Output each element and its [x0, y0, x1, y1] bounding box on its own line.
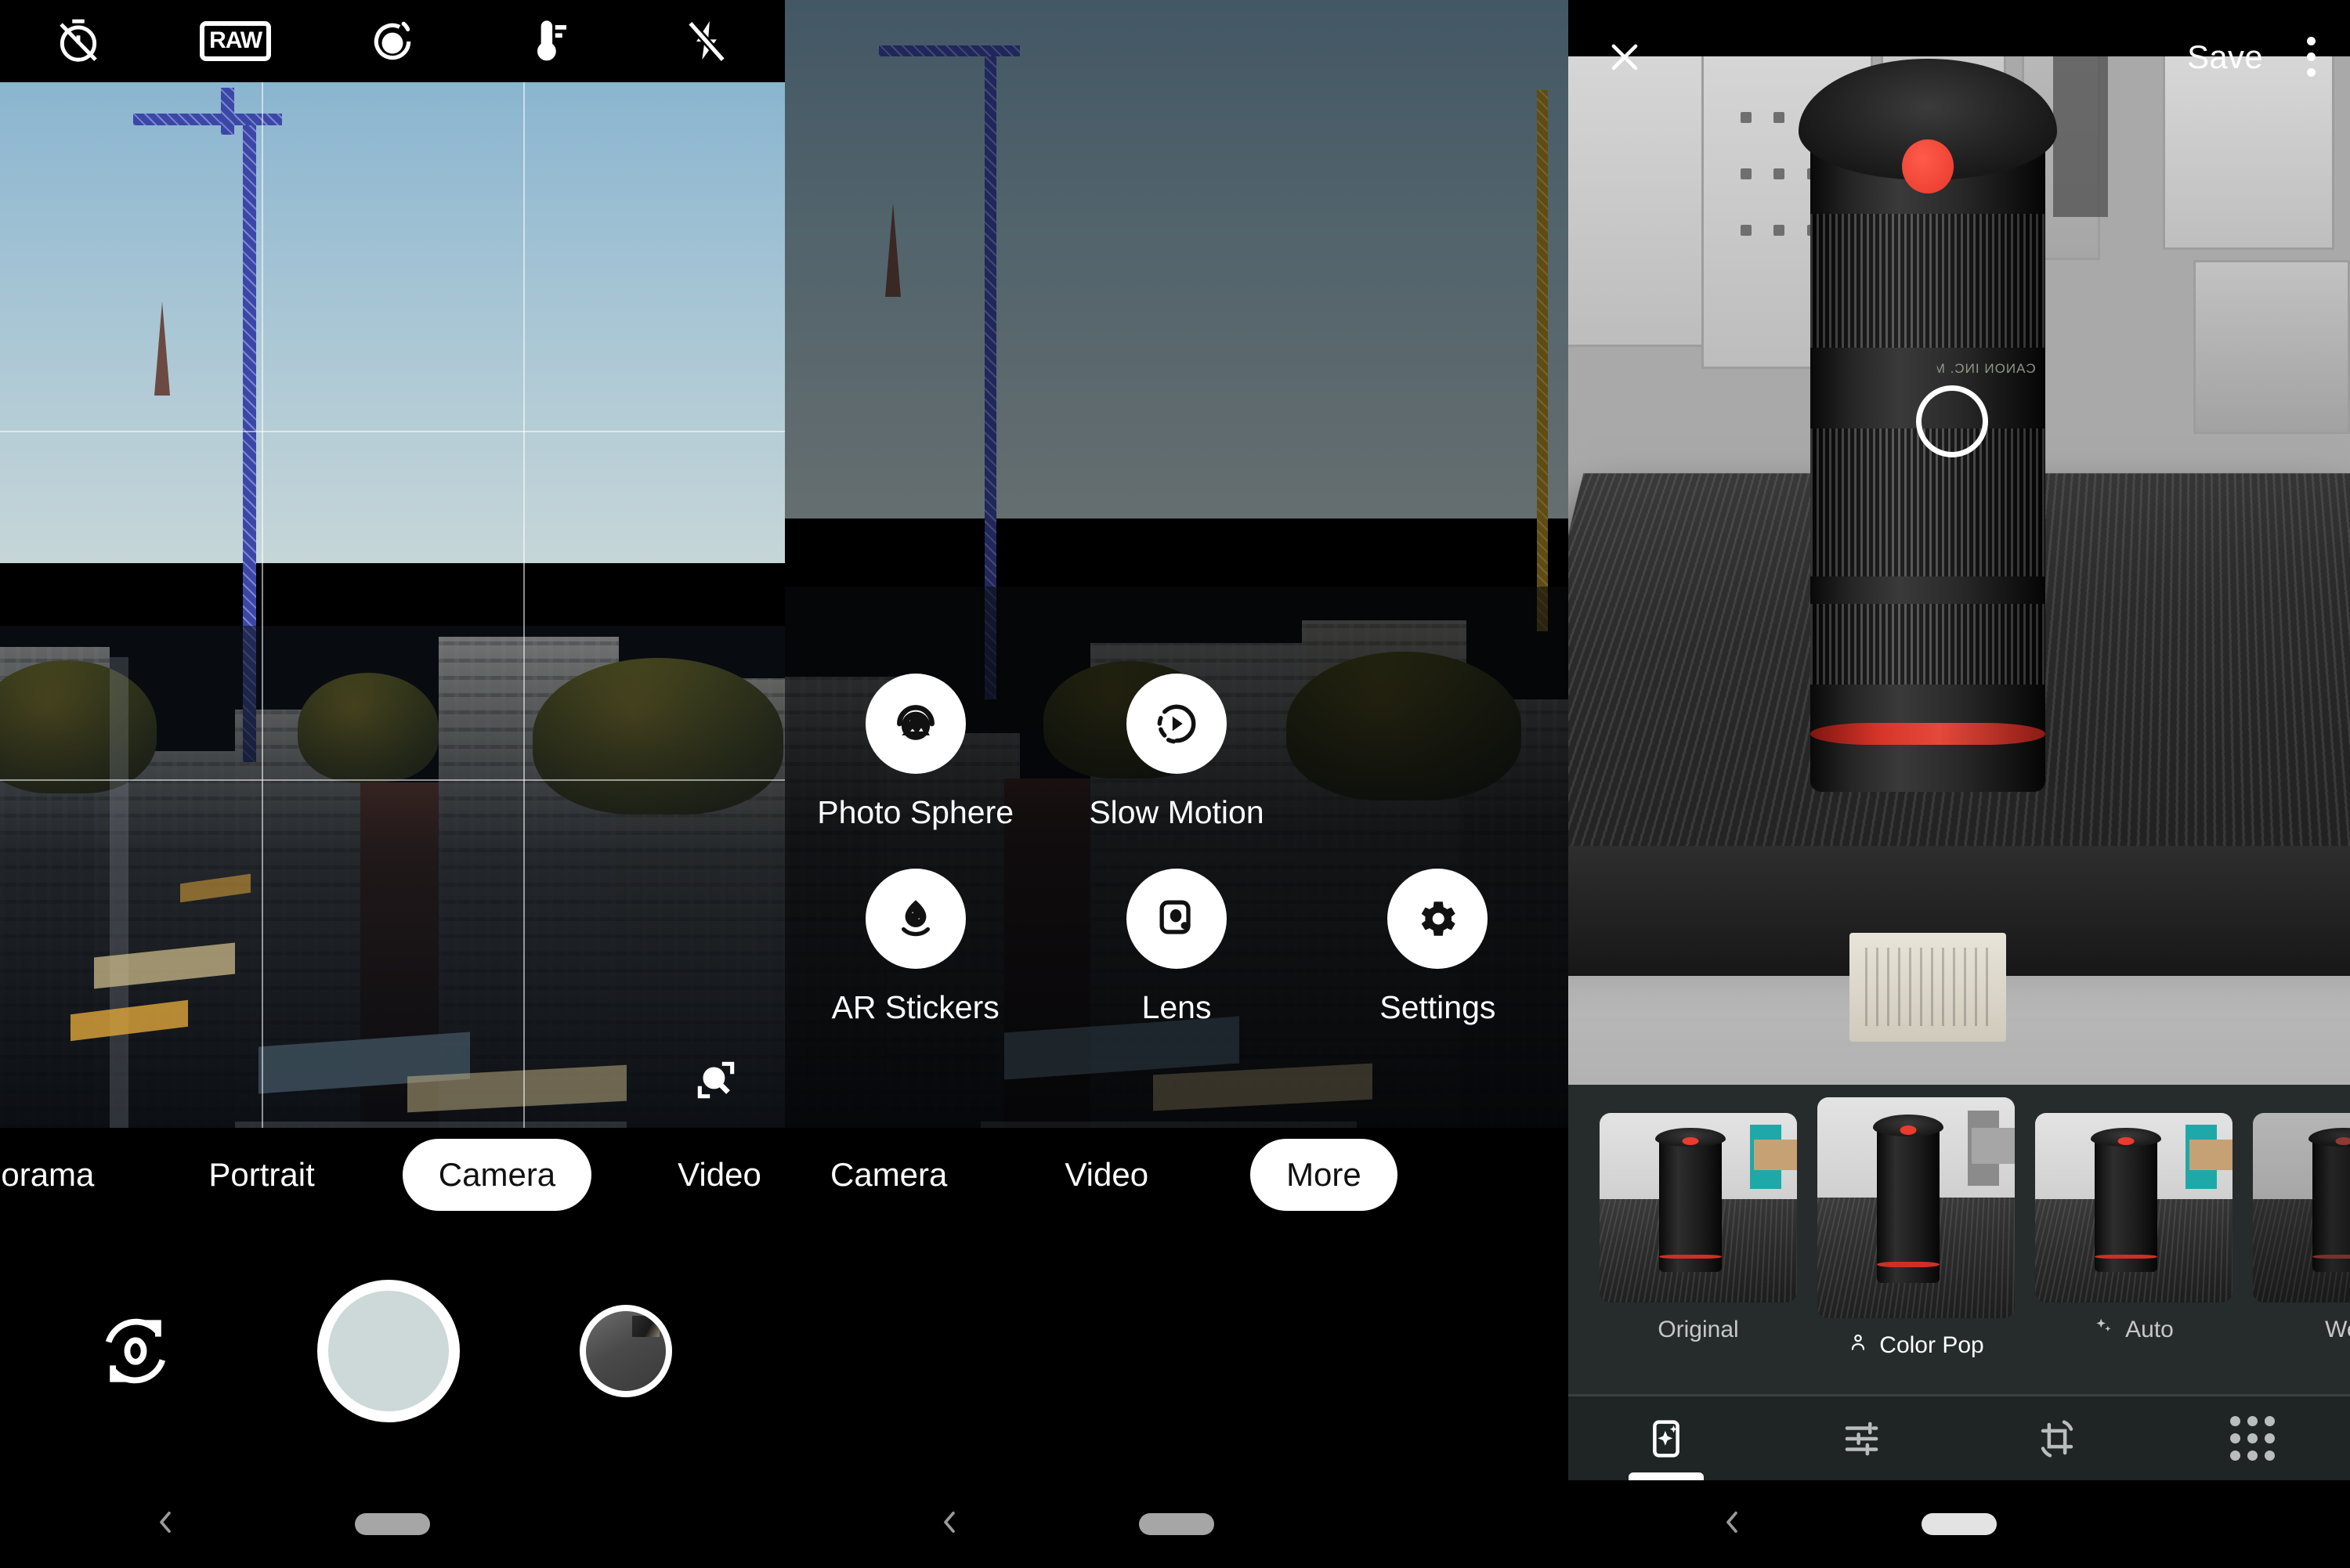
close-icon[interactable]	[1603, 35, 1647, 79]
filter-name: Color Pop	[1879, 1332, 1984, 1358]
more-modes-grid: Photo Sphere Slow Motion AR Stickers Len…	[785, 674, 1568, 1026]
tool-filters[interactable]	[2155, 1396, 2350, 1480]
camera-mode-carousel[interactable]: norama Portrait Camera Video More	[0, 1128, 785, 1222]
mode-more[interactable]: More	[1250, 1139, 1397, 1211]
save-button[interactable]: Save	[2187, 38, 2263, 76]
more-item-settings[interactable]: Settings	[1307, 869, 1568, 1026]
more-item-label: Lens	[1141, 989, 1212, 1025]
photo-sphere-icon	[865, 674, 966, 774]
sparkle-icon	[2094, 1317, 2114, 1343]
tool-suggestions[interactable]	[1568, 1396, 1764, 1480]
switch-camera-icon[interactable]	[92, 1308, 179, 1394]
filter-color-pop[interactable]: Color Pop	[1817, 1085, 2015, 1359]
filter-west[interactable]: West	[2253, 1085, 2350, 1343]
three-panel-screenshot: RAW orama Portrait Camera Video Photo Sp…	[0, 0, 2350, 1568]
person-icon	[1848, 1332, 1868, 1359]
filter-thumbnail	[1817, 1097, 2015, 1318]
mode-camera[interactable]: Camera	[402, 1139, 592, 1211]
flash-off-icon[interactable]	[676, 11, 737, 72]
filter-label: West	[2325, 1317, 2350, 1343]
more-item-label: Photo Sphere	[817, 794, 1014, 830]
top-shot-motion-icon[interactable]	[362, 11, 423, 72]
gear-icon	[1387, 869, 1488, 969]
lens-icon	[1126, 869, 1227, 969]
slow-motion-icon	[1126, 674, 1227, 774]
nav-home-pill[interactable]	[1922, 1513, 1997, 1535]
filter-thumbnail	[1600, 1113, 1797, 1302]
active-tab-indicator	[1628, 1472, 1704, 1480]
shutter-button[interactable]	[317, 1280, 460, 1422]
mode-camera[interactable]: Camera	[830, 1156, 947, 1194]
tool-adjust[interactable]	[1764, 1396, 1960, 1480]
mode-video[interactable]: Video	[678, 1156, 761, 1194]
more-item-slow-motion[interactable]: Slow Motion	[1046, 674, 1307, 831]
editor-toolbar	[1568, 1394, 2350, 1480]
selection-ring[interactable]	[1916, 385, 1989, 457]
mode-portrait[interactable]: Portrait	[208, 1156, 314, 1194]
filter-name: Original	[1658, 1317, 1739, 1342]
filter-auto[interactable]: Auto	[2035, 1085, 2232, 1343]
photo-thumbnail-button[interactable]	[580, 1305, 672, 1397]
filters-grid-icon	[2229, 1416, 2275, 1461]
more-item-label: Slow Motion	[1089, 794, 1264, 830]
more-item-label: AR Stickers	[831, 989, 1000, 1025]
photo-preview[interactable]: CANON INC. MADE IN JAPAN Save	[1568, 0, 2350, 1085]
nav-home-pill[interactable]	[1139, 1513, 1214, 1535]
filter-label: Color Pop	[1848, 1332, 1984, 1359]
nav-back-icon[interactable]	[1716, 1501, 1748, 1548]
more-item-ar-stickers[interactable]: AR Stickers	[785, 869, 1046, 1026]
mode-panorama[interactable]: norama	[0, 1156, 94, 1194]
filter-label: Original	[1658, 1317, 1738, 1343]
filter-name: West	[2325, 1317, 2350, 1342]
filter-original[interactable]: Original	[1600, 1085, 1797, 1343]
filter-name: Auto	[2125, 1317, 2174, 1342]
photo-scene: CANON INC. MADE IN JAPAN	[1568, 0, 2350, 1085]
mode-video[interactable]: Video	[1065, 1156, 1148, 1194]
ar-stickers-icon	[865, 869, 966, 969]
more-item-lens[interactable]: Lens	[1046, 869, 1307, 1026]
nav-home-pill[interactable]	[355, 1513, 430, 1535]
more-item-label: Settings	[1379, 989, 1496, 1025]
camera-viewfinder-panel: RAW orama Portrait Camera Video	[0, 0, 785, 1568]
editor-top-bar: Save	[1568, 0, 2350, 114]
raw-label: RAW	[200, 21, 272, 61]
android-navigation-bar-mid	[785, 1480, 1568, 1568]
viewfinder-preview[interactable]	[0, 82, 785, 1128]
android-navigation-bar-left	[0, 1480, 785, 1568]
nav-back-icon[interactable]	[150, 1501, 181, 1548]
more-item-photo-sphere[interactable]: Photo Sphere	[785, 674, 1046, 831]
white-balance-icon[interactable]	[519, 11, 580, 72]
nav-back-icon[interactable]	[934, 1501, 965, 1548]
lens-suggestion-icon[interactable]	[690, 1054, 742, 1106]
camera-top-bar: RAW	[0, 0, 785, 82]
filter-carousel[interactable]: Original Color Pop Auto W	[1568, 1085, 2350, 1398]
tool-crop-rotate[interactable]	[1959, 1396, 2155, 1480]
timer-off-icon[interactable]	[48, 11, 109, 72]
camera-controls	[0, 1222, 785, 1480]
filter-label: Auto	[2094, 1317, 2174, 1343]
android-navigation-bar-right	[1568, 1480, 2350, 1568]
camera-mode-carousel-more[interactable]: Camera Video More	[785, 1128, 1568, 1222]
lens-subject: CANON INC. MADE IN JAPAN	[1799, 59, 2057, 793]
filter-thumbnail	[2253, 1113, 2350, 1302]
photos-editor-panel: CANON INC. MADE IN JAPAN Save	[1568, 0, 2350, 1568]
camera-more-panel: Photo Sphere Slow Motion AR Stickers Len…	[785, 0, 1568, 1568]
overflow-menu-icon[interactable]	[2307, 37, 2316, 77]
filter-thumbnail	[2035, 1113, 2232, 1302]
raw-icon[interactable]: RAW	[200, 11, 272, 72]
